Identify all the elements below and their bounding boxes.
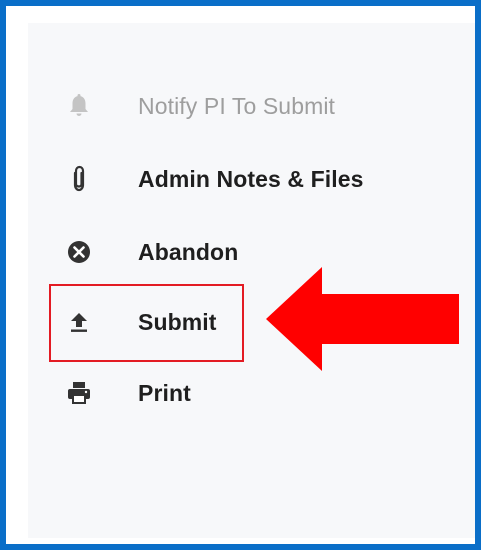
submit-highlight-box <box>49 284 244 362</box>
menu-item-admin-notes[interactable]: Admin Notes & Files <box>66 159 363 199</box>
menu-item-label: Admin Notes & Files <box>138 165 364 192</box>
printer-icon <box>66 379 92 407</box>
red-arrow-icon <box>266 267 459 371</box>
bell-icon <box>66 92 92 120</box>
menu-item-abandon[interactable]: Abandon <box>66 232 238 272</box>
close-circle-icon <box>66 238 92 266</box>
menu-item-label: Abandon <box>138 238 239 265</box>
menu-item-label: Print <box>138 379 191 406</box>
paperclip-icon <box>66 165 92 193</box>
menu-item-print[interactable]: Print <box>66 373 191 413</box>
menu-item-notify-pi: Notify PI To Submit <box>66 86 335 126</box>
menu-item-label: Notify PI To Submit <box>138 92 336 119</box>
